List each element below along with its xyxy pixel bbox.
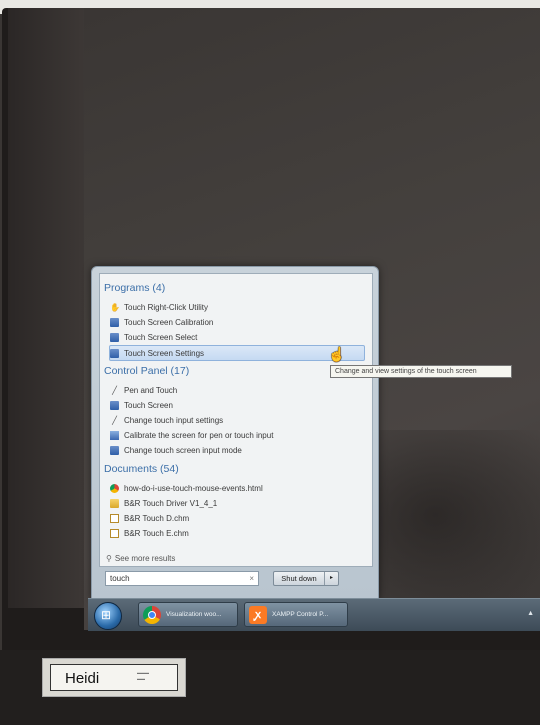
chm-file-icon (110, 528, 119, 538)
documents-header: Documents (54) (104, 463, 179, 475)
hand-cursor-icon: ☝ (328, 346, 346, 362)
chm-file-icon (110, 513, 119, 523)
result-pen-and-touch[interactable]: ╱ Pen and Touch (110, 383, 364, 397)
result-touch-screen[interactable]: Touch Screen (110, 398, 364, 412)
result-calibrate-screen[interactable]: Calibrate the screen for pen or touch in… (110, 428, 364, 442)
start-search-input[interactable]: touch × (105, 571, 259, 586)
search-results-pane: Programs (4) ✋ Touch Right-Click Utility… (99, 273, 373, 567)
taskbar-item-chrome[interactable]: Visualization woo... (138, 602, 238, 627)
screen-icon (110, 445, 119, 455)
result-label: Pen and Touch (124, 385, 178, 395)
clear-search-icon[interactable]: × (249, 574, 254, 583)
search-value: touch (110, 574, 130, 583)
taskbar-item-xampp[interactable]: ꭙ XAMPP Control P... (244, 602, 348, 627)
screen-icon (110, 400, 119, 410)
see-more-results-link[interactable]: ⚲ See more results (106, 554, 175, 563)
result-doc-chm-d[interactable]: B&R Touch D.chm (110, 511, 364, 525)
hand-icon: ✋ (110, 302, 120, 312)
pen-icon: ╱ (112, 385, 117, 395)
taskbar: ⊞ Visualization woo... ꭙ XAMPP Control P… (88, 598, 540, 631)
result-label: Touch Screen (124, 400, 173, 410)
result-change-touch-input-settings[interactable]: ╱ Change touch input settings (110, 413, 364, 427)
programs-header: Programs (4) (104, 282, 166, 294)
chrome-icon (110, 483, 119, 493)
result-doc-chm-e[interactable]: B&R Touch E.chm (110, 526, 364, 540)
shutdown-options-arrow-icon[interactable]: ▸ (325, 572, 338, 585)
taskbar-item-label: Visualization woo... (166, 611, 222, 618)
result-label: Change touch input settings (124, 415, 224, 425)
result-label: Touch Screen Settings (124, 348, 205, 358)
windows-logo-icon: ⊞ (101, 608, 112, 622)
pen-icon: ╱ (112, 415, 117, 425)
control-panel-header: Control Panel (17) (104, 365, 190, 377)
result-change-touch-screen-input-mode[interactable]: Change touch screen input mode (110, 443, 364, 457)
result-label: Touch Right-Click Utility (124, 302, 209, 312)
bezel-left-edge (8, 8, 86, 608)
result-label: Calibrate the screen for pen or touch in… (124, 430, 274, 440)
result-label: how-do-i-use-touch-mouse-events.html (124, 483, 263, 493)
chrome-icon (143, 605, 161, 624)
screen-icon (110, 348, 119, 358)
see-more-label: See more results (114, 554, 176, 563)
calibrate-icon (110, 430, 119, 440)
folder-icon (110, 498, 119, 508)
result-doc-driver-folder[interactable]: B&R Touch Driver V1_4_1 (110, 496, 364, 510)
screen-icon (110, 317, 119, 327)
result-touch-screen-select[interactable]: Touch Screen Select (110, 330, 364, 344)
result-touch-screen-settings[interactable]: Touch Screen Settings (109, 345, 365, 361)
xampp-icon: ꭙ (249, 605, 267, 624)
name-label-frame: Heidi ▬▬▬ ▬▬ (50, 664, 178, 691)
shutdown-button[interactable]: Shut down ▸ (273, 571, 339, 586)
result-label: B&R Touch Driver V1_4_1 (124, 498, 218, 508)
name-label-text: Heidi (65, 670, 100, 687)
result-label: Touch Screen Calibration (124, 317, 214, 327)
taskbar-item-label: XAMPP Control P... (272, 611, 329, 618)
tooltip: Change and view settings of the touch sc… (330, 365, 512, 378)
label-small-print: ▬▬▬ ▬▬ (137, 670, 149, 681)
search-icon: ⚲ (106, 554, 112, 563)
result-label: Touch Screen Select (124, 332, 198, 342)
result-touch-screen-calibration[interactable]: Touch Screen Calibration (110, 315, 364, 329)
result-label: Change touch screen input mode (124, 445, 242, 455)
name-label-sticker: Heidi ▬▬▬ ▬▬ (42, 658, 186, 697)
result-doc-html[interactable]: how-do-i-use-touch-mouse-events.html (110, 481, 364, 495)
start-menu: Programs (4) ✋ Touch Right-Click Utility… (91, 266, 379, 600)
result-label: B&R Touch D.chm (124, 513, 190, 523)
screen-icon (110, 332, 119, 342)
result-touch-right-click-utility[interactable]: ✋ Touch Right-Click Utility (110, 300, 364, 314)
start-button[interactable]: ⊞ (94, 602, 122, 630)
show-hidden-icons-arrow-icon[interactable]: ▲ (527, 610, 534, 617)
result-label: B&R Touch E.chm (124, 528, 189, 538)
shutdown-label: Shut down (274, 572, 325, 585)
